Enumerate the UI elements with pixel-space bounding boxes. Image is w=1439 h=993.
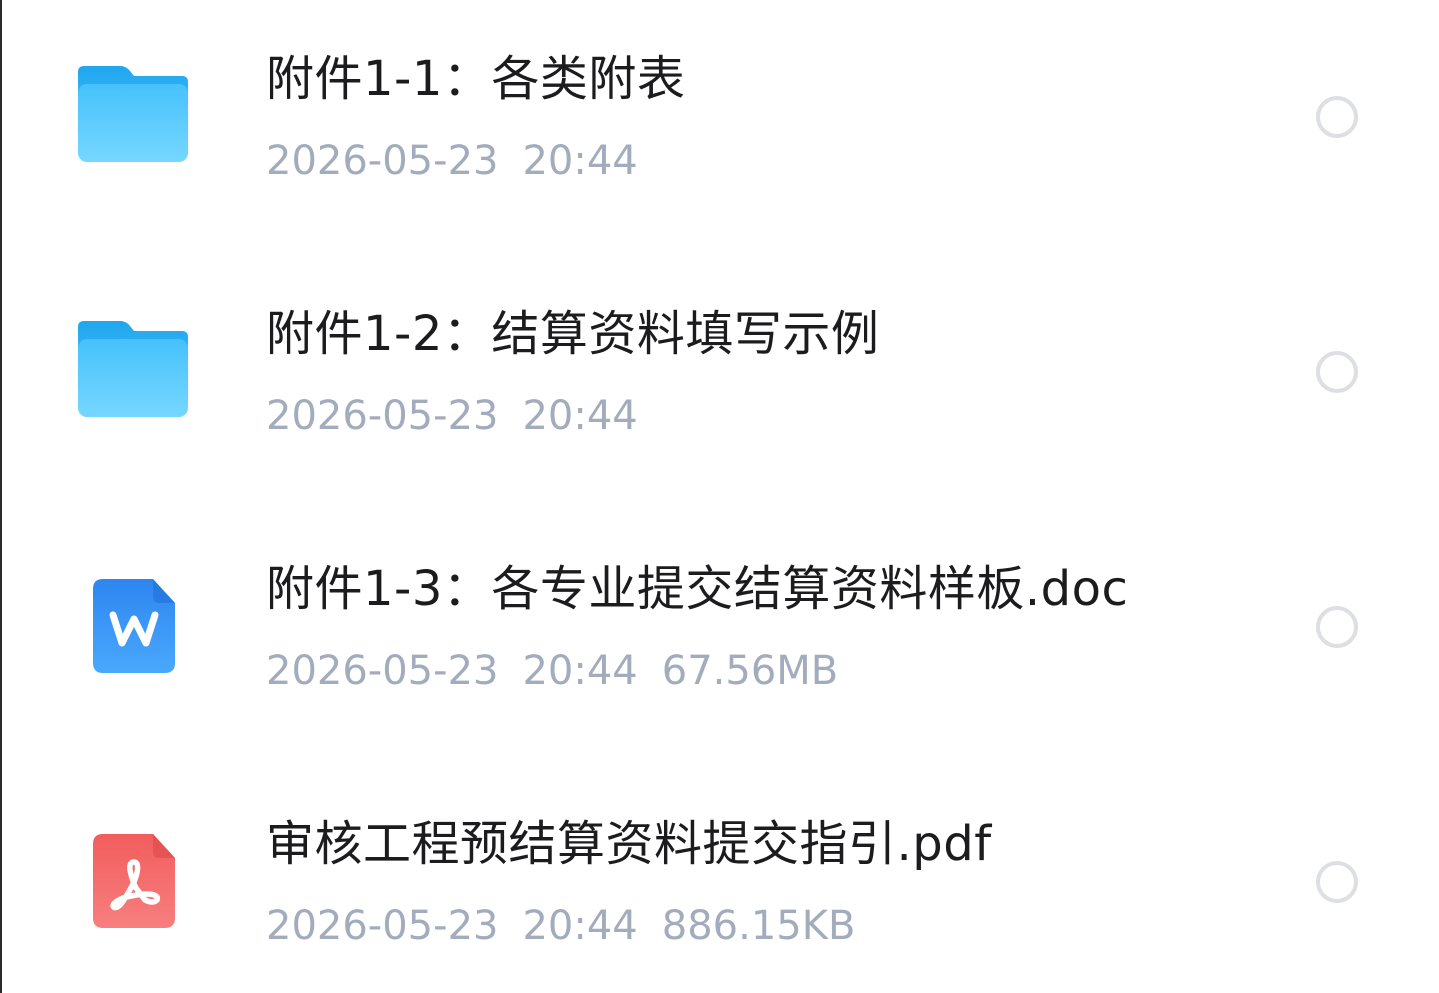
select-radio[interactable] bbox=[1316, 861, 1358, 903]
file-time: 20:44 bbox=[522, 903, 638, 949]
file-meta: 2026-05-23 20:44 886.15KB bbox=[266, 900, 855, 952]
file-name: 附件1-2：结算资料填写示例 bbox=[266, 306, 880, 362]
file-size: 886.15KB bbox=[661, 903, 856, 949]
select-radio[interactable] bbox=[1316, 606, 1358, 648]
folder-icon bbox=[78, 321, 188, 417]
file-date: 2026-05-23 bbox=[266, 648, 499, 694]
file-list-screen: 附件1-1：各类附表 2026-05-23 20:44 附件1-2：结算资料填写… bbox=[0, 0, 1439, 993]
list-item-word-doc[interactable]: 附件1-3：各专业提交结算资料样板.doc 2026-05-23 20:44 67.… bbox=[2, 510, 1439, 765]
list-item-pdf-doc[interactable]: 审核工程预结算资料提交指引.pdf 2026-05-23 20:44 886.15K… bbox=[2, 765, 1439, 993]
list-item-folder-1[interactable]: 附件1-1：各类附表 2026-05-23 20:44 bbox=[2, 0, 1439, 255]
file-date: 2026-05-23 bbox=[266, 138, 499, 184]
folder-icon bbox=[78, 66, 188, 162]
list-item-folder-2[interactable]: 附件1-2：结算资料填写示例 2026-05-23 20:44 bbox=[2, 255, 1439, 510]
select-radio[interactable] bbox=[1316, 96, 1358, 138]
file-meta: 2026-05-23 20:44 bbox=[266, 135, 638, 187]
file-name: 附件1-1：各类附表 bbox=[266, 51, 686, 107]
file-meta: 2026-05-23 20:44 bbox=[266, 390, 638, 442]
file-date: 2026-05-23 bbox=[266, 393, 499, 439]
file-meta: 2026-05-23 20:44 67.56MB bbox=[266, 645, 838, 697]
file-time: 20:44 bbox=[522, 648, 638, 694]
select-radio[interactable] bbox=[1316, 351, 1358, 393]
pdf-doc-icon bbox=[93, 834, 175, 928]
file-name: 审核工程预结算资料提交指引.pdf bbox=[266, 816, 992, 872]
file-time: 20:44 bbox=[522, 138, 638, 184]
file-name: 附件1-3：各专业提交结算资料样板.doc bbox=[266, 561, 1129, 617]
file-size: 67.56MB bbox=[661, 648, 839, 694]
file-time: 20:44 bbox=[522, 393, 638, 439]
word-doc-icon bbox=[93, 579, 175, 673]
file-date: 2026-05-23 bbox=[266, 903, 499, 949]
